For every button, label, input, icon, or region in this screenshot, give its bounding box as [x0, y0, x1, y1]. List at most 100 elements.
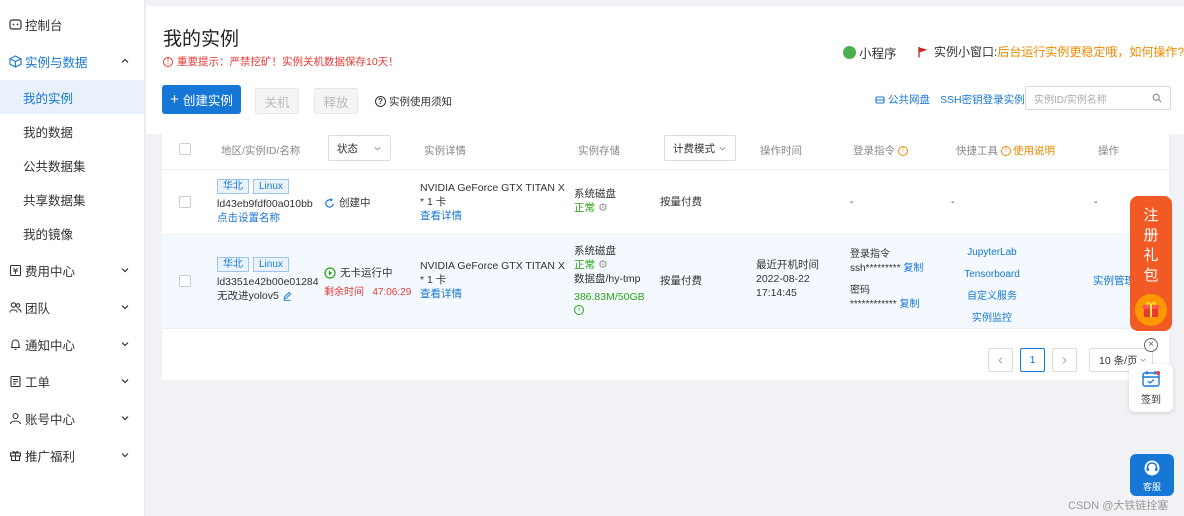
login-command-value: ssh********* — [850, 263, 901, 274]
chevron-down-icon — [121, 268, 129, 273]
edit-icon[interactable] — [282, 291, 292, 301]
wallet-icon — [8, 264, 22, 278]
question-icon: ? — [375, 96, 386, 107]
details-cell: NVIDIA GeForce GTX TITAN X * 1 卡 查看详情 — [420, 181, 565, 223]
sidebar-sub-public-datasets[interactable]: 公共数据集 — [0, 148, 144, 182]
sidebar-item-label: 推广福利 — [25, 450, 76, 464]
tools-cell: - — [951, 196, 955, 208]
release-button[interactable]: 释放 — [314, 88, 358, 114]
sidebar-sub-my-instances[interactable]: 我的实例 — [0, 80, 144, 114]
sidebar-item-promotion[interactable]: 推广福利 — [0, 437, 144, 474]
status-filter-label: 状态 — [337, 142, 358, 155]
os-tag: Linux — [253, 257, 289, 272]
select-all-checkbox[interactable] — [179, 143, 191, 155]
sign-in-button[interactable]: 签到 — [1129, 364, 1173, 412]
region-cell: 华北 Linux ld3351e42b00e01284 无改进yolov5 — [217, 257, 319, 303]
instance-name: 无改进yolov5 — [217, 290, 279, 302]
data-disk-usage: 386.83M/50GB — [574, 291, 645, 303]
mini-program-link[interactable]: 小程序 — [843, 43, 897, 62]
sidebar-item-team[interactable]: 团队 — [0, 289, 144, 326]
chevron-down-icon — [121, 453, 129, 458]
usage-notice-link[interactable]: ? 实例使用须知 — [375, 94, 452, 109]
customer-service-button[interactable]: 客服 — [1130, 454, 1174, 496]
search-input[interactable]: 实例ID/实例名称 — [1025, 86, 1171, 110]
copy-login-button[interactable]: 复制 — [903, 263, 923, 274]
sidebar-sub-my-images[interactable]: 我的镜像 — [0, 216, 144, 250]
status-text: 创建中 — [339, 197, 371, 209]
instance-id: ld43eb9fdf00a010bb — [217, 198, 313, 210]
usage-guide-link[interactable]: 使用说明 — [1013, 143, 1055, 158]
last-boot-time: 17:14:45 — [756, 287, 797, 299]
jupyterlab-link[interactable]: JupyterLab — [952, 242, 1032, 264]
header-ops: 操作 — [1098, 145, 1119, 157]
header-login-label: 登录指令 — [853, 145, 895, 157]
billing-filter-dropdown[interactable]: 计费模式 — [664, 135, 736, 161]
view-details-link[interactable]: 查看详情 — [420, 210, 462, 222]
header-card: 我的实例 ! 重要提示：严禁挖矿！实例关机数据保存10天！ 小程序 实例小窗口:… — [146, 6, 1184, 134]
ssh-login-link[interactable]: SSH密钥登录实例 — [940, 92, 1025, 107]
view-details-link[interactable]: 查看详情 — [420, 288, 462, 300]
chevron-left-icon — [998, 356, 1003, 364]
shutdown-button[interactable]: 关机 — [255, 88, 299, 114]
create-instance-button[interactable]: + 创建实例 — [162, 85, 241, 114]
alert-icon: ! — [163, 56, 173, 67]
register-char: 册 — [1143, 227, 1159, 244]
watermark: CSDN @大铁链拴塞 — [1068, 500, 1169, 512]
sidebar-sub-shared-datasets[interactable]: 共享数据集 — [0, 182, 144, 216]
register-char: 礼 — [1143, 247, 1159, 264]
status-filter-dropdown[interactable]: 状态 — [328, 135, 391, 161]
chevron-right-icon — [1062, 356, 1067, 364]
gift-icon — [8, 449, 22, 463]
sidebar-item-account[interactable]: 账号中心 — [0, 400, 144, 437]
last-boot-label: 最近开机时间 — [756, 259, 819, 271]
chevron-down-icon — [1140, 358, 1146, 362]
headset-icon — [1144, 460, 1160, 476]
sidebar-item-tickets[interactable]: 工单 — [0, 363, 144, 400]
custom-service-link[interactable]: 自定义服务 — [952, 286, 1032, 308]
copy-password-button[interactable]: 复制 — [899, 299, 919, 310]
cube-icon — [8, 55, 22, 69]
team-icon — [8, 301, 22, 315]
main-content: 我的实例 ! 重要提示：严禁挖矿！实例关机数据保存10天！ 小程序 实例小窗口:… — [146, 6, 1184, 516]
instance-window-link[interactable]: 后台运行实例更稳定哦，如何操作? — [997, 43, 1184, 60]
tensorboard-link[interactable]: Tensorboard — [952, 264, 1032, 286]
sidebar-item-instances-data[interactable]: 实例与数据 — [0, 43, 144, 80]
user-icon — [8, 412, 22, 426]
table-row: 华北 Linux ld3351e42b00e01284 无改进yolov5 无卡运… — [162, 235, 1169, 329]
login-cell: - — [850, 196, 854, 208]
instance-window: 实例小窗口: 后台运行实例更稳定哦，如何操作? — [917, 43, 1184, 60]
mini-program-icon — [843, 46, 856, 59]
instance-monitor-link[interactable]: 实例监控 — [952, 308, 1032, 330]
remaining-time: 47:06:29 — [372, 287, 412, 298]
info-icon: ! — [1001, 145, 1011, 156]
system-disk-label: 系统磁盘 — [574, 188, 616, 200]
public-disk-link[interactable]: 公共网盘 — [888, 92, 930, 107]
close-icon[interactable]: × — [1144, 338, 1158, 352]
create-instance-label: 创建实例 — [182, 94, 233, 108]
billing-cell: 按量付费 — [660, 275, 702, 287]
set-name-link[interactable]: 点击设置名称 — [217, 212, 280, 224]
prev-page-button[interactable] — [988, 348, 1013, 372]
gear-icon[interactable]: ⚙ — [598, 201, 608, 215]
billing-cell: 按量付费 — [660, 196, 702, 208]
sidebar-item-label: 工单 — [25, 376, 51, 390]
sidebar-item-notifications[interactable]: 通知中心 — [0, 326, 144, 363]
instance-id: ld3351e42b00e01284 — [217, 276, 319, 288]
usage-notice-label: 实例使用须知 — [389, 96, 452, 108]
op-time-cell: 最近开机时间 2022-08-22 17:14:45 — [756, 258, 819, 300]
row-checkbox[interactable] — [179, 196, 191, 208]
next-page-button[interactable] — [1052, 348, 1077, 372]
gear-icon[interactable]: ⚙ — [598, 258, 608, 272]
sidebar-sub-my-data[interactable]: 我的数据 — [0, 114, 144, 148]
flag-icon — [918, 46, 928, 57]
info-circle-icon: i — [574, 305, 584, 315]
instance-management-link[interactable]: 实例管理 — [1093, 274, 1135, 288]
sidebar-item-console[interactable]: 控制台 — [0, 6, 144, 43]
plus-icon: + — [170, 90, 179, 108]
sidebar-item-billing[interactable]: 费用中心 — [0, 252, 144, 289]
row-checkbox[interactable] — [179, 275, 191, 287]
register-gift-banner[interactable]: 注 册 礼 包 — [1130, 196, 1172, 331]
instance-window-label: 实例小窗口: — [934, 45, 998, 59]
page-1-button[interactable]: 1 — [1020, 348, 1045, 372]
chevron-up-icon — [121, 58, 129, 63]
